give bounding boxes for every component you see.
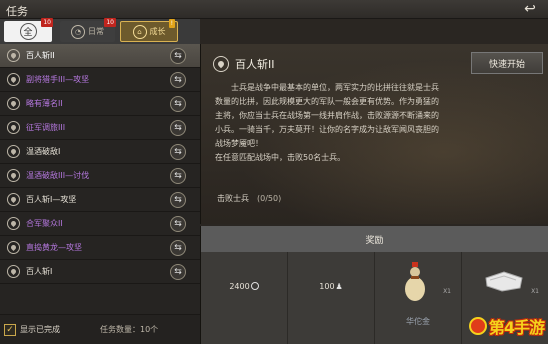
description-line: 小兵。一骑当千，万夫莫开！让你的名字成为让敌军闻风丧胆的	[215, 125, 439, 134]
tab-badge: 10	[41, 18, 53, 27]
quest-flame-icon	[7, 193, 20, 206]
reward-slot[interactable]: 2400	[201, 252, 288, 344]
growth-icon: ⌂	[132, 24, 147, 39]
reward-amount-value: 2400	[229, 282, 250, 291]
quest-label: 征军调旅III	[26, 123, 66, 132]
gourd-item-icon	[405, 262, 425, 301]
quest-label: 略有薄名II	[26, 99, 63, 108]
swap-icon[interactable]: ⇆	[170, 215, 186, 232]
tab-growth[interactable]: ⌂ 成长 !	[120, 19, 178, 42]
tab-badge: 10	[104, 18, 116, 27]
description-line: 数量的比拼，因此规模更大的军队一般会更有优势。作为勇猛的	[215, 97, 439, 106]
swap-icon[interactable]: ⇆	[170, 95, 186, 112]
quest-label: 直捣黄龙—攻坚	[26, 243, 82, 252]
show-completed-label[interactable]: 显示已完成	[20, 324, 60, 335]
quest-list-item[interactable]: 略有薄名II ⇆	[0, 92, 200, 116]
site-watermark: 第4手游	[468, 314, 545, 338]
rewards-panel: 2400 100♟ X1 华佗金 X1 第4手游	[200, 252, 548, 344]
quest-list: 百人斩II ⇆ 副将猎手III—攻坚 ⇆ 略有薄名II ⇆ 征军调旅III ⇆ …	[0, 44, 200, 314]
quest-list-item[interactable]: 百人斩I—攻坚 ⇆	[0, 188, 200, 212]
quest-label: 温酒破敌III—讨伐	[26, 171, 90, 180]
quest-flame-icon	[7, 97, 20, 110]
swap-icon[interactable]: ⇆	[170, 263, 186, 280]
swap-icon[interactable]: ⇆	[170, 239, 186, 256]
reward-slot[interactable]: X1 华佗金	[375, 252, 462, 344]
quest-list-item[interactable]: 直捣黄龙—攻坚 ⇆	[0, 236, 200, 260]
swap-icon[interactable]: ⇆	[170, 167, 186, 184]
swap-icon[interactable]: ⇆	[170, 143, 186, 160]
tab-badge: !	[168, 19, 175, 28]
description-line: 士兵是战争中最基本的单位，两军实力的比拼往往就是士兵	[215, 83, 439, 92]
quest-label: 副将猎手III—攻坚	[26, 75, 90, 84]
tab-all[interactable]: 全 10	[4, 18, 53, 42]
quest-flame-icon	[7, 217, 20, 230]
category-tabs: 全 10 ◔ 日常 10 ⌂ 成长 !	[0, 18, 200, 44]
description-line: 主将，你应当士兵在战场第一线并肩作战，击败源源不断涌来的	[215, 111, 439, 120]
cloth-item-icon	[485, 271, 523, 292]
description-line: 在任意匹配战场中，击败50名士兵。	[215, 153, 346, 162]
daily-icon: ◔	[71, 24, 85, 39]
tab-daily[interactable]: ◔ 日常 10	[60, 18, 116, 42]
reward-amount: 2400	[201, 282, 287, 291]
quest-description: 士兵是战争中最基本的单位，两军实力的比拼往往就是士兵 数量的比拼，因此规模更大的…	[215, 81, 535, 165]
coin-icon	[250, 282, 259, 290]
quick-start-button[interactable]: 快速开始	[471, 52, 543, 74]
reward-slot[interactable]: 100♟	[288, 252, 375, 344]
quest-flame-icon	[7, 265, 20, 278]
quest-flame-icon	[7, 73, 20, 86]
watermark-text: 第4手游	[488, 318, 545, 337]
swap-icon[interactable]: ⇆	[170, 71, 186, 88]
quest-list-footer: ✓ 显示已完成 任务数量：10个	[0, 314, 200, 344]
quest-list-item[interactable]: 温酒破敌III—讨伐 ⇆	[0, 164, 200, 188]
quest-title: 百人斩II	[235, 58, 275, 71]
quest-label: 百人斩I	[26, 267, 53, 276]
reward-quantity: X1	[443, 288, 451, 295]
return-arrow-icon[interactable]: ↩	[522, 1, 538, 17]
reward-amount-value: 100	[319, 282, 335, 291]
all-circle-icon: 全	[19, 23, 37, 40]
objective-label: 击败士兵	[217, 194, 249, 203]
tab-label: 成长	[149, 27, 166, 36]
quest-label: 合军聚众II	[26, 219, 63, 228]
quest-label: 百人斩II	[26, 51, 55, 60]
quest-list-item[interactable]: 百人斩II ⇆	[0, 44, 200, 68]
reward-name: 华佗金	[406, 317, 430, 326]
quest-list-item[interactable]: 百人斩I ⇆	[0, 260, 200, 284]
title-bar: 任务 ↩	[0, 0, 548, 19]
reward-quantity: X1	[531, 288, 539, 295]
quest-flame-icon	[7, 169, 20, 182]
quest-list-item[interactable]: 合军聚众II ⇆	[0, 212, 200, 236]
person-icon: ♟	[335, 282, 343, 291]
objective-progress: (0/50)	[257, 194, 282, 203]
swap-icon[interactable]: ⇆	[170, 47, 186, 64]
objective: 击败士兵 (0/50)	[217, 193, 281, 204]
quest-flame-icon	[7, 121, 20, 134]
swap-icon[interactable]: ⇆	[170, 191, 186, 208]
quest-flame-icon	[7, 241, 20, 254]
quest-flame-icon	[7, 145, 20, 158]
quest-list-item[interactable]: 副将猎手III—攻坚 ⇆	[0, 68, 200, 92]
quest-label: 温酒破敌I	[26, 147, 61, 156]
window-title: 任务	[6, 5, 28, 18]
task-count: 任务数量：10个	[100, 325, 159, 334]
rewards-header: 奖励	[200, 226, 548, 252]
tab-label: 日常	[88, 27, 104, 36]
quest-detail-panel: 百人斩II 快速开始 士兵是战争中最基本的单位，两军实力的比拼往往就是士兵 数量…	[200, 44, 548, 224]
description-line: 战场梦魇吧！	[215, 139, 263, 148]
reward-amount: 100♟	[288, 282, 374, 291]
watermark-logo-icon	[468, 317, 487, 335]
show-completed-checkbox[interactable]: ✓	[4, 323, 16, 336]
quest-flame-icon	[213, 56, 229, 72]
quest-list-item[interactable]: 征军调旅III ⇆	[0, 116, 200, 140]
swap-icon[interactable]: ⇆	[170, 119, 186, 136]
quest-flame-icon	[7, 49, 20, 62]
quest-label: 百人斩I—攻坚	[26, 195, 77, 204]
quest-list-item[interactable]: 温酒破敌I ⇆	[0, 140, 200, 164]
